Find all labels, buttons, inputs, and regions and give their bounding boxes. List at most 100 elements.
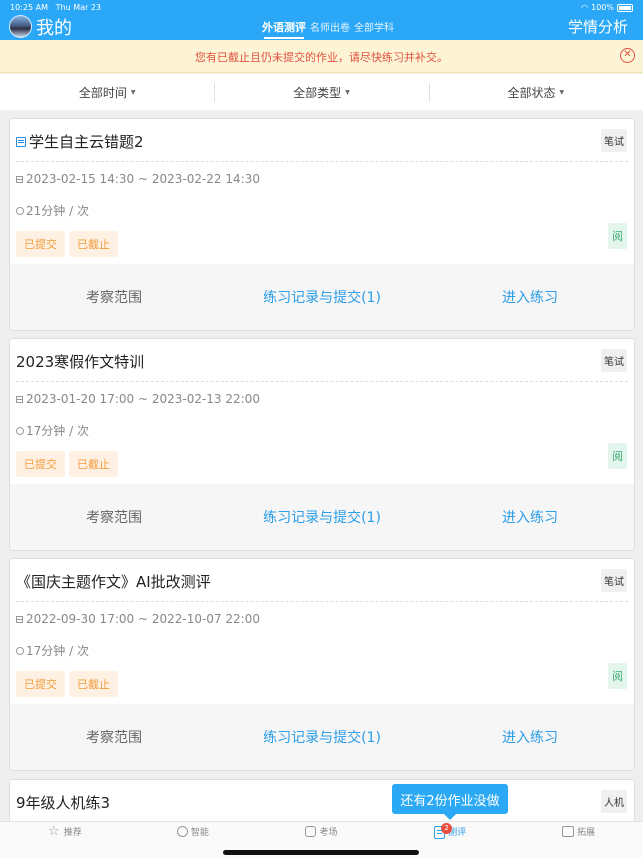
assignment-card: 2023寒假作文特训 笔试 2023-01-20 17:00 ~ 2023-02… (9, 338, 635, 551)
start-practice-button[interactable]: 进入练习 (426, 484, 634, 550)
status-time: 10:25 AM Thu Mar 23 (10, 3, 101, 12)
assignment-card: 《国庆主题作文》AI批改测评 笔试 2022-09-30 17:00 ~ 202… (9, 558, 635, 771)
calendar-icon (16, 615, 23, 623)
clock-icon (16, 206, 24, 215)
duration-text: 17分钟 / 次 (26, 424, 89, 438)
date-range: 2022-09-30 17:00 ~ 2022-10-07 22:00 (16, 612, 260, 626)
date-range-text: 2023-01-20 17:00 ~ 2023-02-13 22:00 (26, 392, 260, 406)
clock-icon (16, 426, 24, 435)
filter-status-label: 全部状态 (507, 85, 556, 100)
tab-recommend[interactable]: ☆ 推荐 (0, 822, 129, 858)
type-badge: 笔试 (601, 129, 627, 152)
card-title[interactable]: 《国庆主题作文》AI批改测评 (16, 571, 211, 592)
date-range: 2023-01-20 17:00 ~ 2023-02-13 22:00 (16, 392, 260, 406)
status-tags: 已提交 已截止 (16, 451, 118, 477)
start-practice-button[interactable]: 进入练习 (426, 264, 634, 330)
duration: 17分钟 / 次 (16, 642, 89, 659)
status-clock: 10:25 AM (10, 3, 48, 12)
duration-text: 17分钟 / 次 (26, 644, 89, 658)
card-actions: 考察范围 练习记录与提交(1) 进入练习 (10, 264, 634, 330)
battery-icon (617, 3, 633, 12)
card-title-text: 《国庆主题作文》AI批改测评 (16, 573, 211, 591)
status-tags: 已提交 已截止 (16, 231, 118, 257)
tab-foreign-language-eval[interactable]: 外语测评 (262, 19, 306, 39)
records-submit-button[interactable]: 练习记录与提交(1) (218, 484, 426, 550)
card-actions: 考察范围 练习记录与提交(1) 进入练习 (10, 484, 634, 550)
date-range-text: 2023-02-15 14:30 ~ 2023-02-22 14:30 (26, 172, 260, 186)
notice-bar: 您有已截止且仍未提交的作业，请尽快练习并补交。 ✕ (0, 40, 643, 73)
filter-time-label: 全部时间 (78, 85, 127, 100)
duration: 17分钟 / 次 (16, 422, 89, 439)
notification-badge: 2 (441, 823, 453, 834)
type-badge: 人机 (601, 790, 627, 813)
close-icon[interactable]: ✕ (620, 48, 635, 63)
read-badge: 阅 (608, 663, 627, 689)
tab-label: 拓展 (577, 828, 596, 838)
card-title-text: 2023寒假作文特训 (16, 353, 145, 371)
filter-type-label: 全部类型 (293, 85, 342, 100)
status-badge-closed: 已截止 (69, 671, 118, 697)
top-bar: 10:25 AM Thu Mar 23 ◠ 100% 我的 外语测评 名师出卷 … (0, 0, 643, 40)
tab-label: 推荐 (63, 828, 82, 838)
timer-icon (305, 826, 317, 837)
status-date: Thu Mar 23 (55, 3, 102, 12)
clock-icon (16, 646, 24, 655)
type-badge: 笔试 (601, 569, 627, 592)
page-title[interactable]: 我的 (36, 14, 72, 40)
card-title-text: 9年级人机练3 (16, 794, 111, 812)
filter-type[interactable]: 全部类型 ▼ (214, 74, 428, 110)
document-icon: 2 (434, 823, 453, 839)
learning-analysis-button[interactable]: 学情分析 (568, 16, 628, 37)
status-tags: 已提交 已截止 (16, 671, 118, 697)
tab-label: 智能 (190, 828, 209, 838)
divider (16, 381, 628, 382)
scope-button[interactable]: 考察范围 (10, 484, 218, 550)
star-icon: ☆ (47, 824, 60, 839)
calendar-icon (16, 395, 23, 403)
status-badge-submitted: 已提交 (16, 231, 65, 257)
status-badge-submitted: 已提交 (16, 451, 65, 477)
status-right: ◠ 100% (581, 3, 633, 12)
avatar[interactable] (9, 15, 32, 38)
status-badge-closed: 已截止 (69, 451, 118, 477)
duration-text: 21分钟 / 次 (26, 204, 89, 218)
tab-extension[interactable]: 拓展 (514, 822, 643, 858)
calendar-icon (16, 175, 23, 183)
type-badge: 笔试 (601, 349, 627, 372)
filter-time[interactable]: 全部时间 ▼ (0, 74, 214, 110)
records-submit-button[interactable]: 练习记录与提交(1) (218, 704, 426, 770)
document-icon (16, 136, 26, 147)
card-title-text: 学生自主云错题2 (29, 133, 144, 151)
filter-status[interactable]: 全部状态 ▼ (428, 74, 643, 110)
duration: 21分钟 / 次 (16, 202, 89, 219)
read-badge: 阅 (608, 223, 627, 249)
extension-icon (562, 826, 575, 837)
tab-all-subjects[interactable]: 全部学科 (354, 19, 394, 34)
card-title[interactable]: 9年级人机练3 (16, 792, 110, 813)
tab-teacher-papers[interactable]: 名师出卷 (310, 19, 350, 34)
scope-button[interactable]: 考察范围 (10, 704, 218, 770)
start-practice-button[interactable]: 进入练习 (426, 704, 634, 770)
tab-label: 考场 (319, 828, 338, 838)
caret-down-icon: ▼ (130, 88, 136, 96)
card-title[interactable]: 学生自主云错题2 (16, 131, 144, 152)
assignment-card: 学生自主云错题2 笔试 2023-02-15 14:30 ~ 2023-02-2… (9, 118, 635, 331)
notice-text: 您有已截止且仍未提交的作业，请尽快练习并补交。 (195, 51, 448, 64)
status-badge-closed: 已截止 (69, 231, 118, 257)
home-indicator (223, 850, 419, 855)
divider (16, 161, 628, 162)
card-title[interactable]: 2023寒假作文特训 (16, 351, 144, 372)
divider (16, 601, 628, 602)
pending-homework-tip[interactable]: 还有2份作业没做 (392, 784, 508, 820)
date-range: 2023-02-15 14:30 ~ 2023-02-22 14:30 (16, 172, 260, 186)
card-actions: 考察范围 练习记录与提交(1) 进入练习 (10, 704, 634, 770)
scope-button[interactable]: 考察范围 (10, 264, 218, 330)
filter-bar: 全部时间 ▼ 全部类型 ▼ 全部状态 ▼ (0, 74, 643, 110)
status-badge-submitted: 已提交 (16, 671, 65, 697)
date-range-text: 2022-09-30 17:00 ~ 2022-10-07 22:00 (26, 612, 260, 626)
caret-down-icon: ▼ (559, 88, 565, 96)
records-submit-button[interactable]: 练习记录与提交(1) (218, 264, 426, 330)
battery-percent: 100% (591, 3, 614, 12)
compass-icon (176, 826, 188, 837)
wifi-icon: ◠ (581, 3, 589, 12)
